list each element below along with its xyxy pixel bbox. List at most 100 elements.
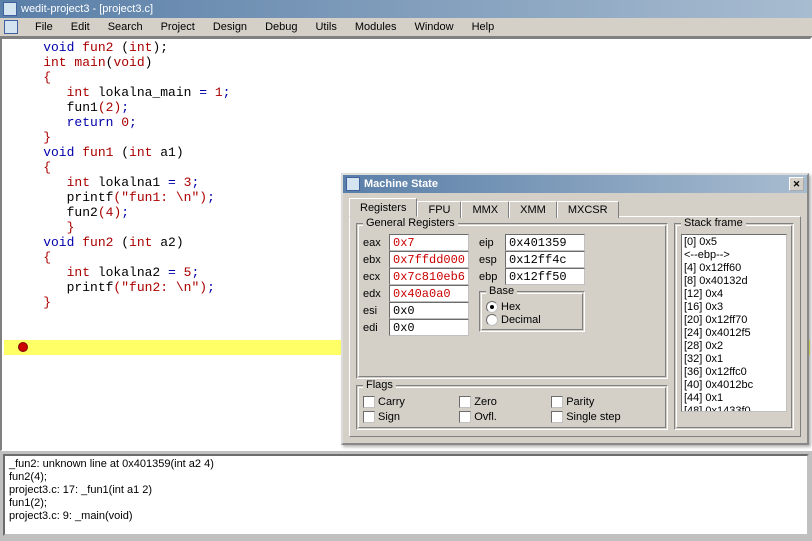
menu-search[interactable]: Search	[99, 19, 152, 35]
register-value[interactable]: 0x0	[389, 302, 469, 319]
menu-window[interactable]: Window	[405, 19, 462, 35]
general-registers-group: General Registers eax0x7ebx0x7ffdd000ecx…	[356, 223, 668, 379]
register-value[interactable]: 0x12ff4c	[505, 251, 585, 268]
code-line[interactable]: fun1(2);	[12, 100, 810, 115]
checkbox-icon	[459, 411, 471, 423]
code-line[interactable]: return 0;	[12, 115, 810, 130]
stack-entry[interactable]: [16] 0x3	[684, 301, 784, 314]
dialog-icon	[346, 177, 360, 191]
window-title: wedit-project3 - [project3.c]	[21, 3, 153, 15]
register-eip: eip 0x401359	[479, 234, 585, 251]
register-value[interactable]: 0x7c810eb6	[389, 268, 469, 285]
flag-carry[interactable]: Carry	[363, 396, 445, 408]
register-edx: edx 0x40a0a0	[363, 285, 469, 302]
base-group: Base Hex Decimal	[479, 291, 585, 332]
tab-mmx[interactable]: MMX	[461, 201, 509, 218]
checkbox-icon	[459, 396, 471, 408]
menu-debug[interactable]: Debug	[256, 19, 306, 35]
register-label: esi	[363, 305, 385, 317]
register-value[interactable]: 0x40a0a0	[389, 285, 469, 302]
code-line[interactable]: }	[12, 130, 810, 145]
callstack-line[interactable]: project3.c: 17: _fun1(int a1 2)	[9, 484, 803, 497]
flag-singlestep[interactable]: Single step	[551, 411, 661, 423]
app-icon	[3, 2, 17, 16]
register-label: edi	[363, 322, 385, 334]
stack-frame-group: Stack frame [0] 0x5<--ebp-->[4] 0x12ff60…	[674, 223, 794, 430]
menu-design[interactable]: Design	[204, 19, 256, 35]
stack-entry[interactable]: <--ebp-->	[684, 249, 784, 262]
code-line[interactable]: int lokalna_main = 1;	[12, 85, 810, 100]
breakpoint-icon[interactable]	[18, 342, 28, 352]
main-titlebar: wedit-project3 - [project3.c]	[0, 0, 812, 18]
doc-icon	[4, 20, 18, 34]
flag-ovfl[interactable]: Ovfl.	[459, 411, 537, 423]
tab-registers[interactable]: Registers	[349, 198, 417, 217]
menu-project[interactable]: Project	[152, 19, 204, 35]
register-label: ebx	[363, 254, 385, 266]
callstack-line[interactable]: fun2(4);	[9, 471, 803, 484]
register-value[interactable]: 0x12ff50	[505, 268, 585, 285]
callstack-line[interactable]: project3.c: 9: _main(void)	[9, 510, 803, 523]
code-line[interactable]: int main(void)	[12, 55, 810, 70]
register-value[interactable]: 0x401359	[505, 234, 585, 251]
stack-entry[interactable]: [36] 0x12ffc0	[684, 366, 784, 379]
menu-edit[interactable]: Edit	[62, 19, 99, 35]
stack-entry[interactable]: [20] 0x12ff70	[684, 314, 784, 327]
register-label: esp	[479, 254, 501, 266]
code-line[interactable]: {	[12, 70, 810, 85]
callstack-line[interactable]: _fun2: unknown line at 0x401359(int a2 4…	[9, 458, 803, 471]
dialog-tabs: Registers FPU MMX XMM MXCSR	[349, 199, 801, 216]
tab-mxcsr[interactable]: MXCSR	[557, 201, 619, 218]
register-label: eax	[363, 237, 385, 249]
register-ebp: ebp0x12ff50	[479, 268, 585, 285]
register-value[interactable]: 0x7	[389, 234, 469, 251]
stack-entry[interactable]: [12] 0x4	[684, 288, 784, 301]
callstack-line[interactable]: fun1(2);	[9, 497, 803, 510]
stack-entry[interactable]: [4] 0x12ff60	[684, 262, 784, 275]
stack-entry[interactable]: [0] 0x5	[684, 236, 784, 249]
stack-entry[interactable]: [44] 0x1	[684, 392, 784, 405]
checkbox-icon	[363, 411, 375, 423]
flag-zero[interactable]: Zero	[459, 396, 537, 408]
register-label: eip	[479, 237, 501, 249]
menubar: File Edit Search Project Design Debug Ut…	[0, 18, 812, 37]
stack-entry[interactable]: [8] 0x40132d	[684, 275, 784, 288]
register-edi: edi 0x0	[363, 319, 469, 336]
register-value[interactable]: 0x7ffdd000	[389, 251, 469, 268]
dialog-title: Machine State	[364, 178, 438, 190]
stack-entry[interactable]: [48] 0x1433f0	[684, 405, 784, 412]
register-value[interactable]: 0x0	[389, 319, 469, 336]
flag-parity[interactable]: Parity	[551, 396, 661, 408]
stack-list[interactable]: [0] 0x5<--ebp-->[4] 0x12ff60[8] 0x40132d…	[681, 234, 787, 412]
register-label: edx	[363, 288, 385, 300]
code-line[interactable]: void fun1 (int a1)	[12, 145, 810, 160]
flag-sign[interactable]: Sign	[363, 411, 445, 423]
register-ebx: ebx 0x7ffdd000	[363, 251, 469, 268]
callstack-panel[interactable]: _fun2: unknown line at 0x401359(int a2 4…	[3, 454, 809, 536]
register-esp: esp 0x12ff4c	[479, 251, 585, 268]
tab-xmm[interactable]: XMM	[509, 201, 557, 218]
machine-state-dialog: Machine State ✕ Registers FPU MMX XMM MX…	[341, 173, 809, 445]
close-icon[interactable]: ✕	[789, 177, 804, 191]
flags-group: Flags Carry Zero Parity Sign Ovfl. Singl…	[356, 385, 668, 430]
register-ecx: ecx0x7c810eb6	[363, 268, 469, 285]
stack-entry[interactable]: [28] 0x2	[684, 340, 784, 353]
checkbox-icon	[363, 396, 375, 408]
code-line[interactable]: void fun2 (int);	[12, 40, 810, 55]
group-title-base: Base	[486, 285, 517, 297]
menu-utils[interactable]: Utils	[306, 19, 345, 35]
stack-entry[interactable]: [32] 0x1	[684, 353, 784, 366]
register-eax: eax 0x7	[363, 234, 469, 251]
radio-icon	[486, 301, 498, 313]
group-title-general: General Registers	[363, 217, 458, 229]
tab-fpu[interactable]: FPU	[417, 201, 461, 218]
radio-decimal[interactable]: Decimal	[486, 314, 578, 326]
menu-file[interactable]: File	[26, 19, 62, 35]
dialog-titlebar[interactable]: Machine State ✕	[343, 175, 807, 193]
stack-entry[interactable]: [24] 0x4012f5	[684, 327, 784, 340]
radio-hex[interactable]: Hex	[486, 301, 578, 313]
group-title-stack: Stack frame	[681, 217, 746, 229]
stack-entry[interactable]: [40] 0x4012bc	[684, 379, 784, 392]
menu-modules[interactable]: Modules	[346, 19, 406, 35]
menu-help[interactable]: Help	[463, 19, 504, 35]
